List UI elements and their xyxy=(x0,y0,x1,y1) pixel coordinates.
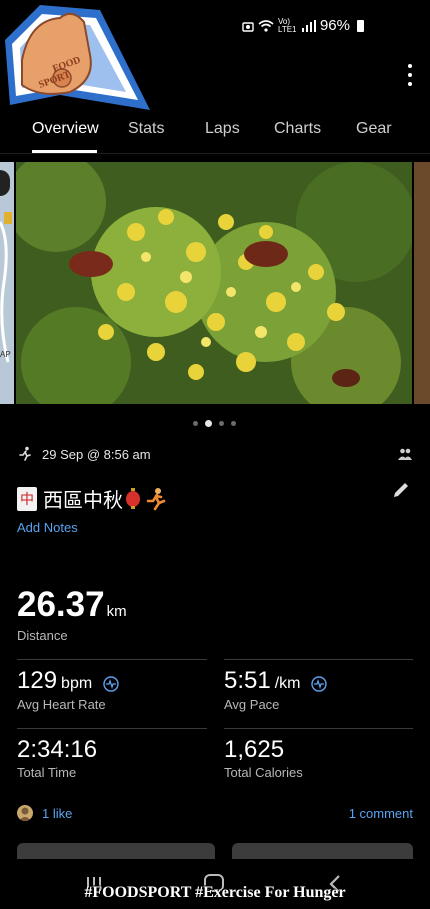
carousel-dot xyxy=(231,421,236,426)
distance-unit: km xyxy=(106,603,127,620)
heart-rate-value: 129 bpm xyxy=(17,667,119,695)
camera-status-icon xyxy=(242,21,254,32)
likes-link[interactable]: 1 like xyxy=(42,806,72,821)
tab-gear[interactable]: Gear xyxy=(356,120,392,138)
edit-pencil-icon[interactable] xyxy=(392,481,410,499)
calories-label: Total Calories xyxy=(224,765,303,780)
activity-photo[interactable] xyxy=(16,162,412,404)
stat-divider xyxy=(224,728,413,729)
foodsport-logo: FOOD SPORT xyxy=(5,5,150,110)
svg-text:AP: AP xyxy=(0,350,11,359)
stat-divider xyxy=(224,659,413,660)
total-time-label: Total Time xyxy=(17,765,77,780)
running-icon xyxy=(19,446,31,461)
bottom-action-button-right[interactable] xyxy=(232,843,413,859)
next-photo-thumbnail[interactable] xyxy=(414,162,430,404)
status-icons: Vo) LTE1 96% xyxy=(242,17,364,34)
distance-number: 26.37 xyxy=(17,585,105,624)
pace-value: 5:51/km xyxy=(224,667,327,695)
activity-title: 中 西區中秋 xyxy=(17,484,167,513)
network-label: Vo) LTE1 xyxy=(277,16,297,34)
avatar[interactable] xyxy=(17,805,33,821)
battery-icon xyxy=(357,19,364,32)
tab-overview[interactable]: Overview xyxy=(32,120,99,138)
heart-rate-label: Avg Heart Rate xyxy=(17,697,106,712)
tab-charts[interactable]: Charts xyxy=(274,120,321,138)
pace-number: 5:51 xyxy=(224,667,271,694)
lantern-icon xyxy=(126,487,140,509)
stat-divider xyxy=(17,659,207,660)
activity-date: 29 Sep @ 8:56 am xyxy=(42,447,151,462)
tab-stats[interactable]: Stats xyxy=(128,120,164,138)
hashtag-watermark: #FOODSPORT #Exercise For Hunger xyxy=(84,884,346,901)
heart-rate-info-icon[interactable] xyxy=(102,676,119,692)
tab-laps[interactable]: Laps xyxy=(205,120,240,138)
comments-link[interactable]: 1 comment xyxy=(349,806,413,821)
pace-unit: /km xyxy=(274,675,301,692)
route-map-thumbnail[interactable]: AP xyxy=(0,162,14,404)
wifi-icon xyxy=(258,19,274,32)
add-notes-link[interactable]: Add Notes xyxy=(17,520,78,535)
mahjong-tile-icon: 中 xyxy=(17,486,37,511)
calories-value: 1,625 xyxy=(224,736,284,764)
stat-divider xyxy=(17,728,207,729)
more-vert-icon[interactable] xyxy=(406,64,414,86)
bottom-action-button-left[interactable] xyxy=(17,843,215,859)
group-icon[interactable] xyxy=(398,448,412,460)
heart-rate-unit: bpm xyxy=(61,675,93,692)
heart-rate-number: 129 xyxy=(17,667,58,694)
runner-emoji-icon xyxy=(146,487,166,510)
total-time-number: 2:34:16 xyxy=(17,736,98,763)
pace-label: Avg Pace xyxy=(224,697,280,712)
tab-bar: Overview Stats Laps Charts Gear xyxy=(0,112,430,152)
calories-number: 1,625 xyxy=(224,736,285,763)
activity-title-text: 西區中秋 xyxy=(43,490,123,512)
pace-info-icon[interactable] xyxy=(311,676,327,692)
distance-value: 26.37 km xyxy=(17,585,127,625)
total-time-value: 2:34:16 xyxy=(17,736,97,764)
carousel-dot xyxy=(193,421,198,426)
distance-label: Distance xyxy=(17,628,68,643)
carousel-dots xyxy=(193,420,236,427)
carousel-dot-active xyxy=(205,420,212,427)
tabs-divider xyxy=(0,153,430,154)
battery-percent: 96% xyxy=(319,17,350,34)
carousel-dot xyxy=(219,421,224,426)
signal-icon xyxy=(301,19,316,32)
